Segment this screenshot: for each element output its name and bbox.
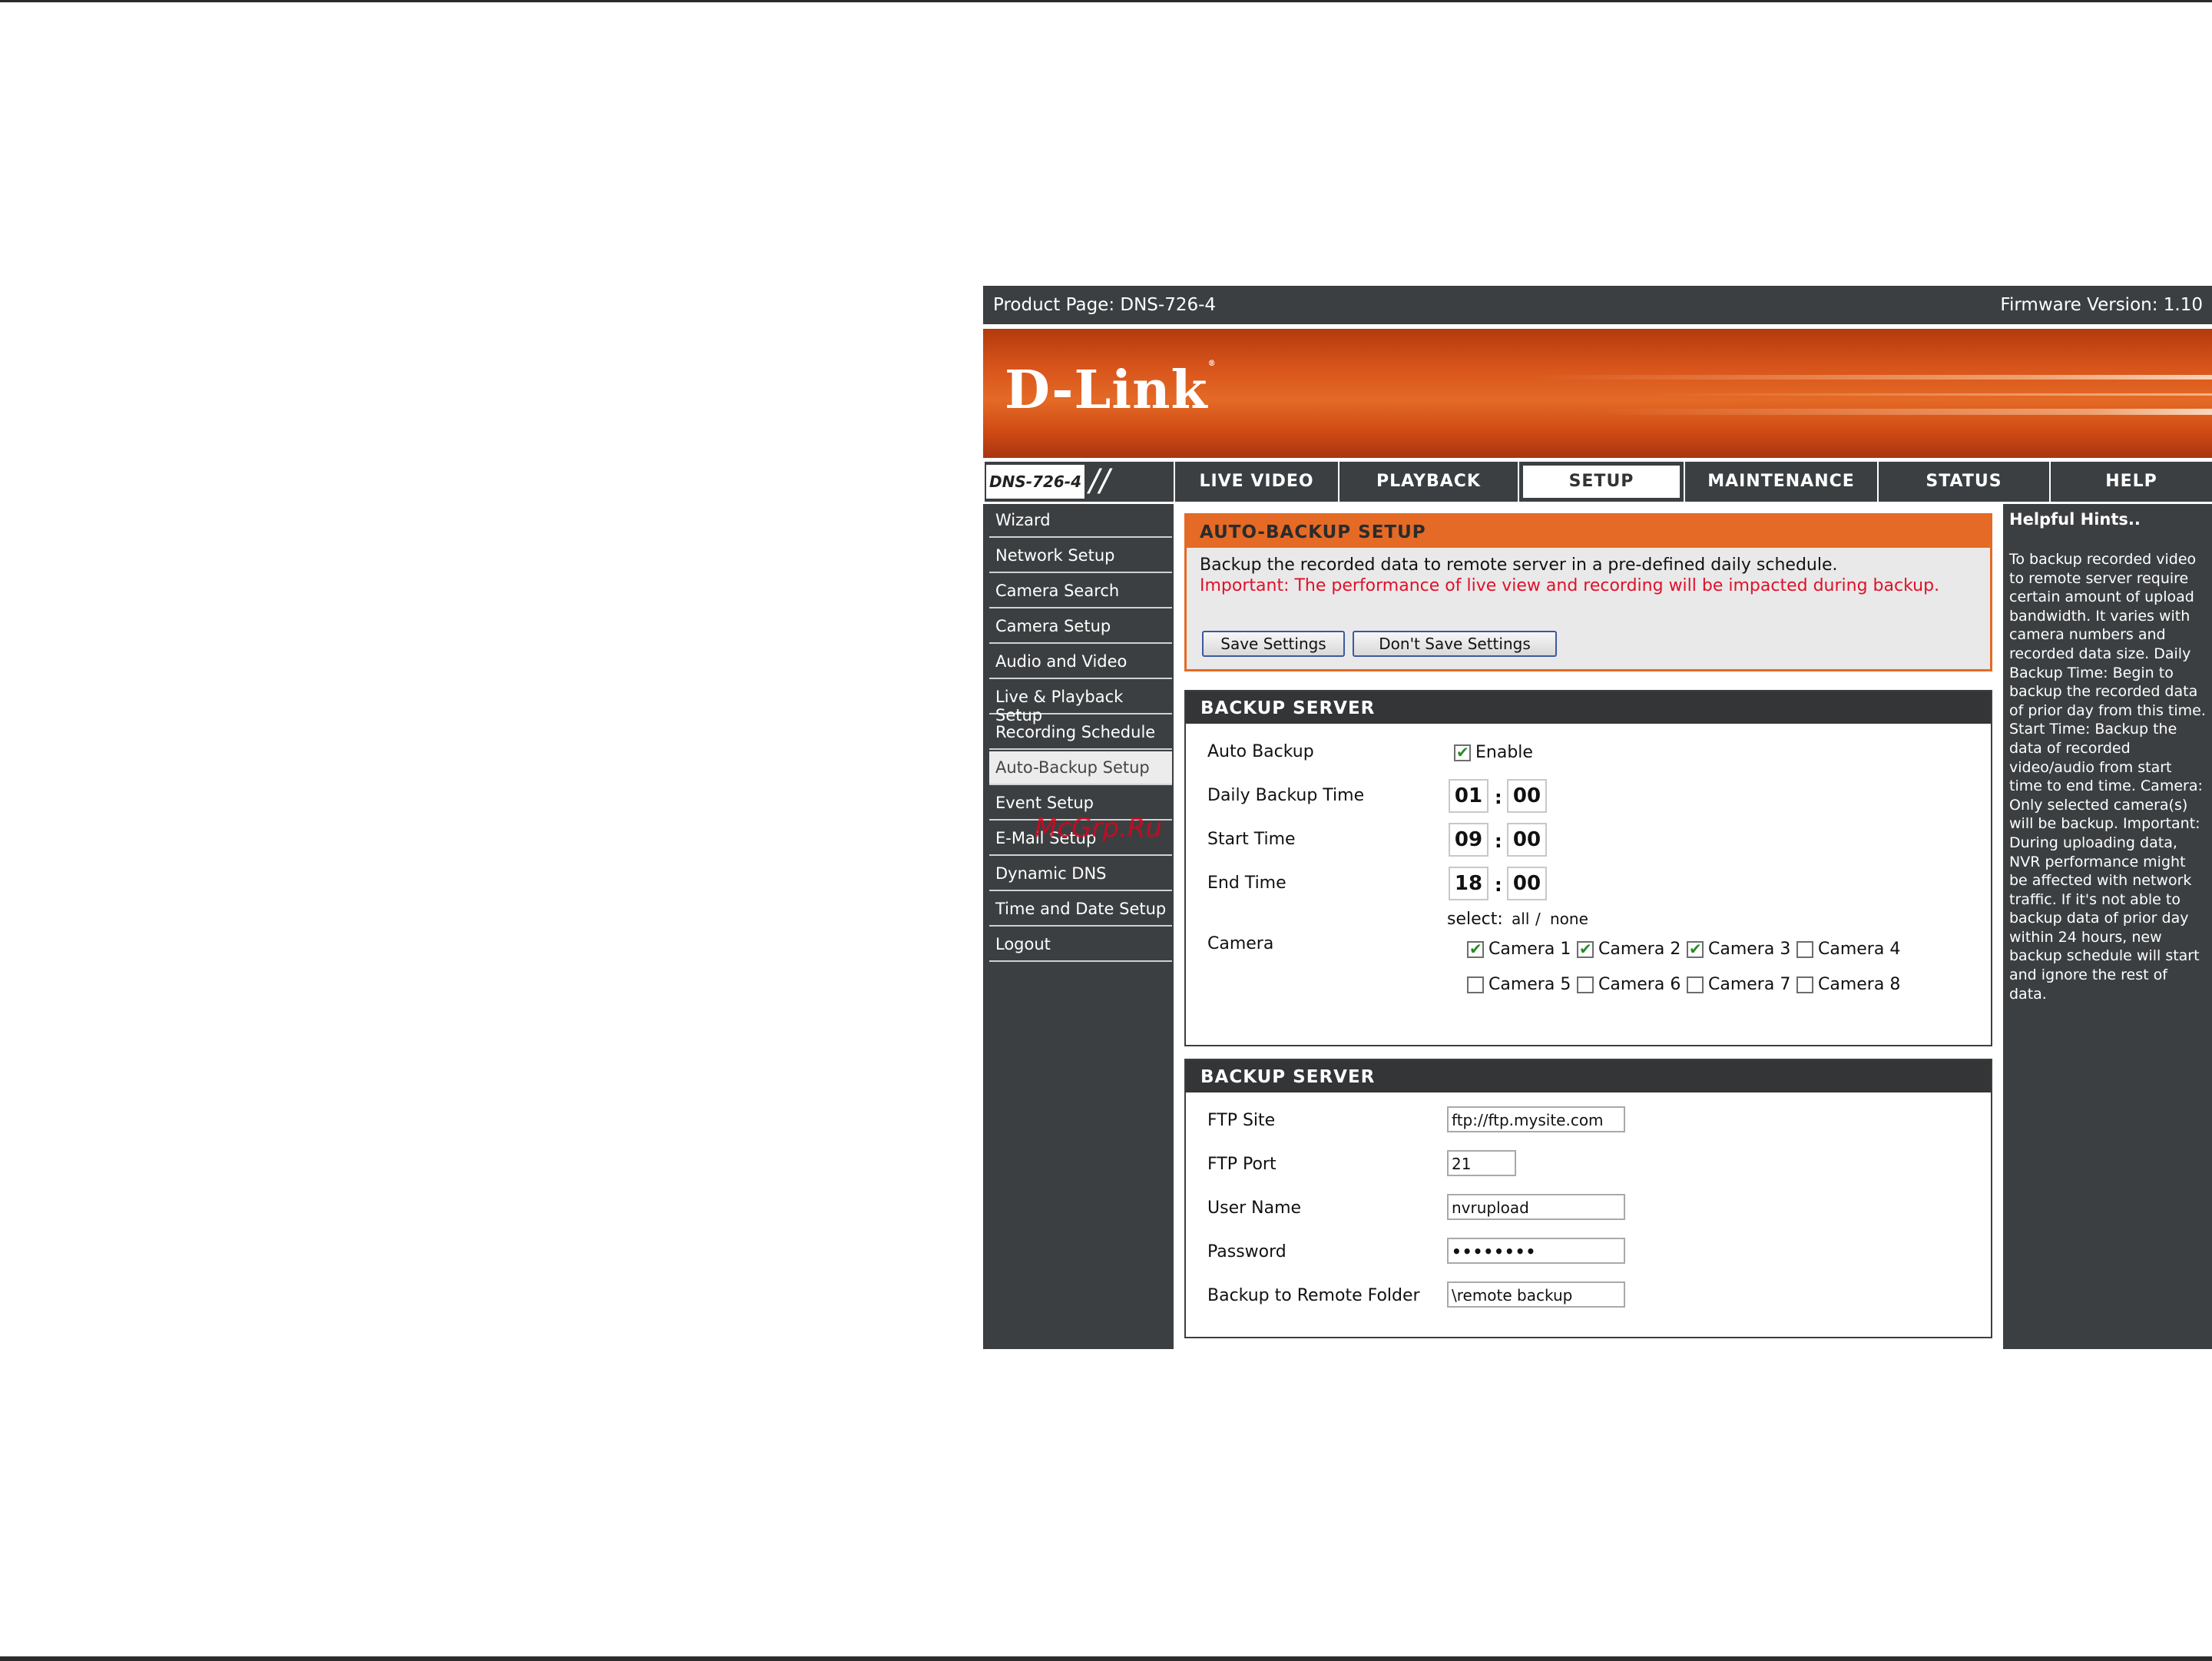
tab-help[interactable]: HELP [2051,462,2212,502]
sidebar-item-audio-video[interactable]: Audio and Video [989,645,1172,679]
enable-label: Enable [1475,743,1533,762]
sidebar-item-auto-backup-setup[interactable]: Auto-Backup Setup [989,751,1172,785]
slashes-decoration: // [1089,463,1110,499]
watermark-text: McGrp.Ru [1035,813,1162,844]
top-info-bar: Product Page: DNS-726-4 Firmware Version… [983,286,2212,324]
camera-3-checkbox[interactable] [1687,940,1704,958]
end-minute-input[interactable]: 00 [1507,867,1547,900]
brand-banner: D-Link® [983,329,2212,458]
sidebar-item-live-playback-setup[interactable]: Live & Playback Setup [989,681,1172,724]
camera-2-label: Camera 2 [1598,940,1681,959]
dlink-logo: D-Link® [1005,360,1217,421]
user-name-input[interactable]: nvrupload [1447,1194,1625,1220]
sidebar: Wizard Network Setup Camera Search Camer… [983,504,1174,1349]
start-minute-input[interactable]: 00 [1507,823,1547,857]
camera-4-checkbox[interactable] [1796,941,1813,958]
backup-schedule-panel: BACKUP SERVER Auto Backup Enable Daily B… [1184,690,1992,1046]
password-input[interactable]: •••••••• [1447,1238,1625,1264]
user-name-label: User Name [1207,1199,1302,1218]
tab-playback[interactable]: PLAYBACK [1339,462,1518,502]
product-page-text: Product Page: DNS-726-4 [993,295,1217,315]
password-label: Password [1207,1242,1286,1261]
enable-checkbox[interactable] [1454,743,1471,761]
camera-3-label: Camera 3 [1708,940,1791,959]
start-hour-input[interactable]: 09 [1449,823,1488,857]
tab-maintenance[interactable]: MAINTENANCE [1685,462,1877,502]
helpful-hints-panel: Helpful Hints.. To backup recorded video… [2003,504,2212,1349]
sidebar-item-recording-schedule[interactable]: Recording Schedule [989,716,1172,750]
time-colon: : [1495,787,1502,808]
hints-body: To backup recorded video to remote serve… [2009,551,2206,1003]
model-badge-label: DNS-726-4 [986,465,1084,499]
end-hour-input[interactable]: 18 [1449,867,1488,900]
tab-status[interactable]: STATUS [1879,462,2049,502]
model-badge: DNS-726-4 // [985,462,1174,502]
page-top-rule [0,0,2212,2]
sidebar-item-dynamic-dns[interactable]: Dynamic DNS [989,857,1172,891]
tab-setup[interactable]: SETUP [1519,462,1684,502]
save-settings-button[interactable]: Save Settings [1202,631,1345,657]
backup-server-panel: BACKUP SERVER FTP Site ftp://ftp.mysite.… [1184,1059,1992,1338]
auto-backup-setup-panel: AUTO-BACKUP SETUP Backup the recorded da… [1184,513,1992,671]
sidebar-item-camera-setup[interactable]: Camera Setup [989,610,1172,644]
main-content: AUTO-BACKUP SETUP Backup the recorded da… [1174,504,2003,1349]
camera-label: Camera [1207,934,1274,953]
description-text: Backup the recorded data to remote serve… [1200,555,1838,575]
remote-folder-label: Backup to Remote Folder [1207,1286,1420,1305]
ftp-port-input[interactable]: 21 [1447,1150,1516,1176]
camera-1-checkbox[interactable] [1467,940,1484,958]
camera-6-label: Camera 6 [1598,975,1681,994]
ftp-site-input[interactable]: ftp://ftp.mysite.com [1447,1106,1625,1132]
camera-8-label: Camera 8 [1818,975,1901,994]
panel-title: AUTO-BACKUP SETUP [1187,516,1990,548]
camera-7-checkbox[interactable] [1687,976,1704,993]
time-colon: : [1495,830,1502,852]
camera-5-checkbox[interactable] [1467,976,1484,993]
start-time-label: Start Time [1207,830,1296,849]
camera-6-checkbox[interactable] [1577,976,1594,993]
camera-1-label: Camera 1 [1488,940,1571,959]
sidebar-item-camera-search[interactable]: Camera Search [989,575,1172,608]
main-nav: DNS-726-4 // LIVE VIDEO PLAYBACK SETUP M… [983,458,2212,504]
section-title: BACKUP SERVER [1186,1060,1991,1092]
camera-4-label: Camera 4 [1818,940,1901,959]
tab-live-video[interactable]: LIVE VIDEO [1175,462,1338,502]
time-colon: : [1495,874,1502,896]
daily-backup-minute-input[interactable]: 00 [1507,779,1547,813]
select-separator: / [1535,910,1541,928]
ftp-site-label: FTP Site [1207,1111,1276,1130]
section-title: BACKUP SERVER [1186,691,1991,724]
select-label: select: [1447,910,1503,929]
nvr-web-ui: Product Page: DNS-726-4 Firmware Version… [983,286,2212,1349]
page-bottom-rule [0,1656,2212,1661]
camera-7-label: Camera 7 [1708,975,1791,994]
daily-backup-time-label: Daily Backup Time [1207,786,1365,805]
ftp-port-label: FTP Port [1207,1155,1277,1174]
auto-backup-label: Auto Backup [1207,742,1314,761]
dont-save-settings-button[interactable]: Don't Save Settings [1353,631,1557,657]
select-all-link[interactable]: all [1512,910,1529,928]
sidebar-item-logout[interactable]: Logout [989,928,1172,962]
sidebar-item-network-setup[interactable]: Network Setup [989,539,1172,573]
important-notice: Important: The performance of live view … [1200,576,1940,595]
camera-5-label: Camera 5 [1488,975,1571,994]
hints-title: Helpful Hints.. [2009,510,2141,529]
end-time-label: End Time [1207,874,1286,893]
daily-backup-hour-input[interactable]: 01 [1449,779,1488,813]
sidebar-item-time-date-setup[interactable]: Time and Date Setup [989,893,1172,927]
camera-8-checkbox[interactable] [1796,976,1813,993]
remote-folder-input[interactable]: \remote backup [1447,1281,1625,1308]
camera-2-checkbox[interactable] [1577,940,1594,958]
select-none-link[interactable]: none [1550,910,1588,928]
sidebar-item-wizard[interactable]: Wizard [989,504,1172,538]
firmware-version-text: Firmware Version: 1.10 [2000,295,2203,315]
